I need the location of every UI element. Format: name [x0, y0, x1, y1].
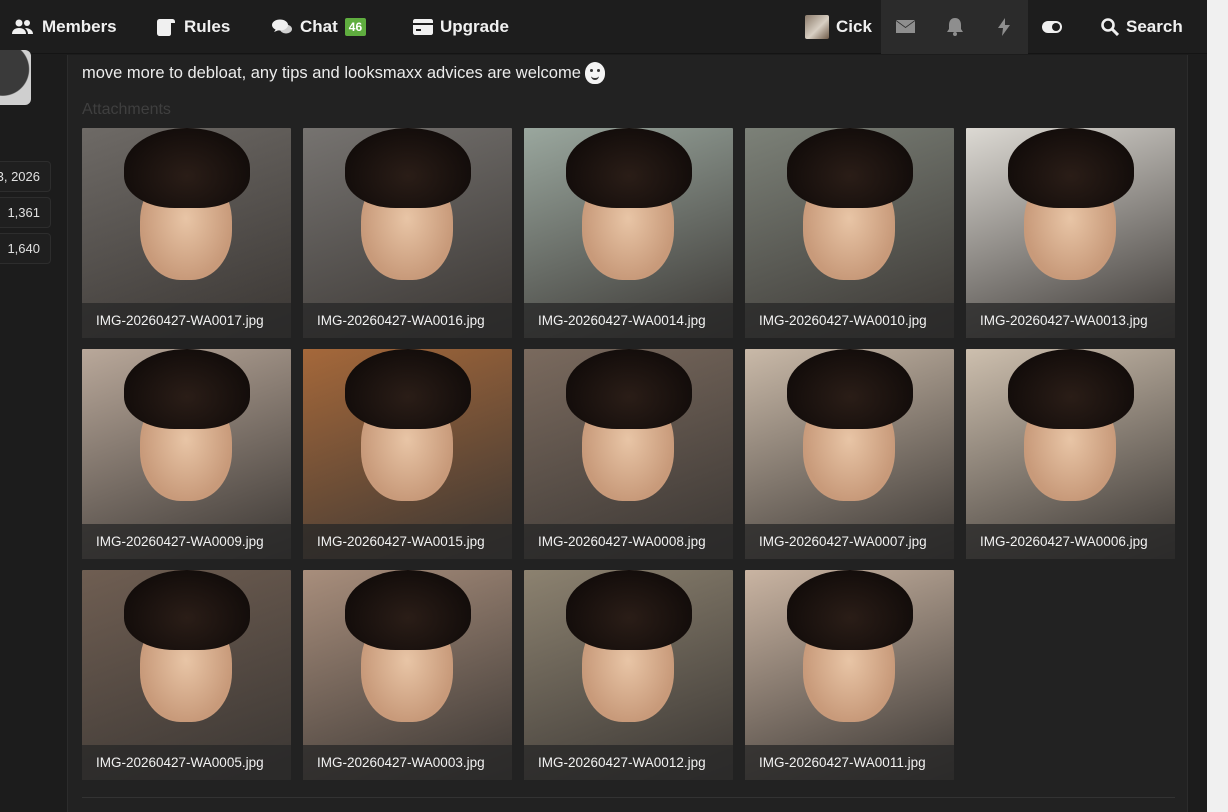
photo-subject-hair — [787, 349, 913, 429]
comments-icon — [272, 19, 292, 33]
author-reputation: 1,640 — [0, 233, 51, 264]
nav-members[interactable]: Members — [11, 0, 117, 54]
attachment-thumbnail[interactable]: IMG-20260427-WA0009.jpg — [82, 349, 291, 559]
photo-subject-hair — [787, 128, 913, 208]
nav-upgrade-label: Upgrade — [440, 17, 509, 36]
attachment-thumbnail[interactable]: IMG-20260427-WA0007.jpg — [745, 349, 954, 559]
photo-subject-hair — [345, 570, 471, 650]
author-joined-date: 3, 2026 — [0, 161, 51, 192]
envelope-icon — [896, 20, 915, 33]
nav-members-label: Members — [42, 17, 117, 36]
scroll-icon — [157, 19, 175, 36]
photo-subject-hair — [566, 570, 692, 650]
photo-subject-hair — [345, 349, 471, 429]
photo-subject-hair — [124, 128, 250, 208]
bolt-icon — [997, 18, 1010, 36]
divider — [82, 797, 1175, 798]
photo-subject-hair — [1008, 349, 1134, 429]
attachment-thumbnail[interactable]: IMG-20260427-WA0003.jpg — [303, 570, 512, 780]
attachment-filename: IMG-20260427-WA0010.jpg — [745, 303, 954, 338]
attachment-thumbnail[interactable]: IMG-20260427-WA0008.jpg — [524, 349, 733, 559]
nav-chat[interactable]: Chat 46 — [272, 0, 367, 54]
attachment-thumbnail[interactable]: IMG-20260427-WA0013.jpg — [966, 128, 1175, 338]
attachment-filename: IMG-20260427-WA0009.jpg — [82, 524, 291, 559]
attachments-heading: Attachments — [82, 101, 171, 118]
username: Cick — [836, 17, 872, 36]
chat-count-badge: 46 — [344, 18, 367, 36]
photo-subject-hair — [1008, 128, 1134, 208]
nav-inbox[interactable] — [881, 0, 930, 54]
users-icon — [12, 19, 33, 34]
attachment-thumbnail[interactable]: IMG-20260427-WA0017.jpg — [82, 128, 291, 338]
photo-subject-hair — [787, 570, 913, 650]
photo-subject-hair — [566, 349, 692, 429]
credit-card-icon — [413, 19, 433, 35]
toggle-icon — [1042, 21, 1062, 33]
attachment-filename: IMG-20260427-WA0014.jpg — [524, 303, 733, 338]
nav-rules[interactable]: Rules — [157, 0, 230, 54]
attachment-filename: IMG-20260427-WA0011.jpg — [745, 745, 954, 780]
search-icon — [1101, 18, 1119, 36]
photo-subject-hair — [566, 128, 692, 208]
theme-toggle[interactable] — [1042, 0, 1062, 54]
emoji-icon — [584, 62, 605, 84]
attachment-filename: IMG-20260427-WA0015.jpg — [303, 524, 512, 559]
nav-user-account[interactable]: Cick — [805, 0, 872, 54]
post-message-text: move more to debloat, any tips and looks… — [82, 63, 581, 82]
author-post-count: 1,361 — [0, 197, 51, 228]
post-message: move more to debloat, any tips and looks… — [82, 62, 605, 84]
attachment-filename: IMG-20260427-WA0012.jpg — [524, 745, 733, 780]
nav-chat-label: Chat — [300, 17, 338, 36]
attachment-thumbnail[interactable]: IMG-20260427-WA0016.jpg — [303, 128, 512, 338]
attachment-filename: IMG-20260427-WA0007.jpg — [745, 524, 954, 559]
avatar — [805, 15, 829, 39]
top-navigation: Members Rules Chat 46 Upgrade Cick Searc… — [0, 0, 1207, 54]
attachment-thumbnail[interactable]: IMG-20260427-WA0014.jpg — [524, 128, 733, 338]
attachment-filename: IMG-20260427-WA0013.jpg — [966, 303, 1175, 338]
photo-subject-hair — [345, 128, 471, 208]
attachment-filename: IMG-20260427-WA0017.jpg — [82, 303, 291, 338]
attachment-thumbnail[interactable]: IMG-20260427-WA0011.jpg — [745, 570, 954, 780]
nav-rules-label: Rules — [184, 17, 231, 36]
attachment-thumbnail[interactable]: IMG-20260427-WA0010.jpg — [745, 128, 954, 338]
attachment-filename: IMG-20260427-WA0008.jpg — [524, 524, 733, 559]
post-body: move more to debloat, any tips and looks… — [67, 55, 1188, 812]
attachment-filename: IMG-20260427-WA0016.jpg — [303, 303, 512, 338]
attachment-thumbnail[interactable]: IMG-20260427-WA0006.jpg — [966, 349, 1175, 559]
page-scrollbar[interactable] — [1207, 0, 1228, 812]
nav-search-label: Search — [1126, 17, 1183, 36]
attachment-filename: IMG-20260427-WA0006.jpg — [966, 524, 1175, 559]
author-avatar[interactable] — [0, 50, 31, 105]
nav-whats-new[interactable] — [979, 0, 1028, 54]
photo-subject-hair — [124, 349, 250, 429]
attachment-thumbnail[interactable]: IMG-20260427-WA0015.jpg — [303, 349, 512, 559]
nav-upgrade[interactable]: Upgrade — [413, 0, 509, 54]
attachment-filename: IMG-20260427-WA0005.jpg — [82, 745, 291, 780]
attachment-filename: IMG-20260427-WA0003.jpg — [303, 745, 512, 780]
nav-search[interactable]: Search — [1101, 0, 1183, 54]
bell-icon — [946, 18, 963, 36]
photo-subject-hair — [124, 570, 250, 650]
attachment-thumbnail[interactable]: IMG-20260427-WA0012.jpg — [524, 570, 733, 780]
nav-alerts[interactable] — [930, 0, 979, 54]
attachment-thumbnail[interactable]: IMG-20260427-WA0005.jpg — [82, 570, 291, 780]
